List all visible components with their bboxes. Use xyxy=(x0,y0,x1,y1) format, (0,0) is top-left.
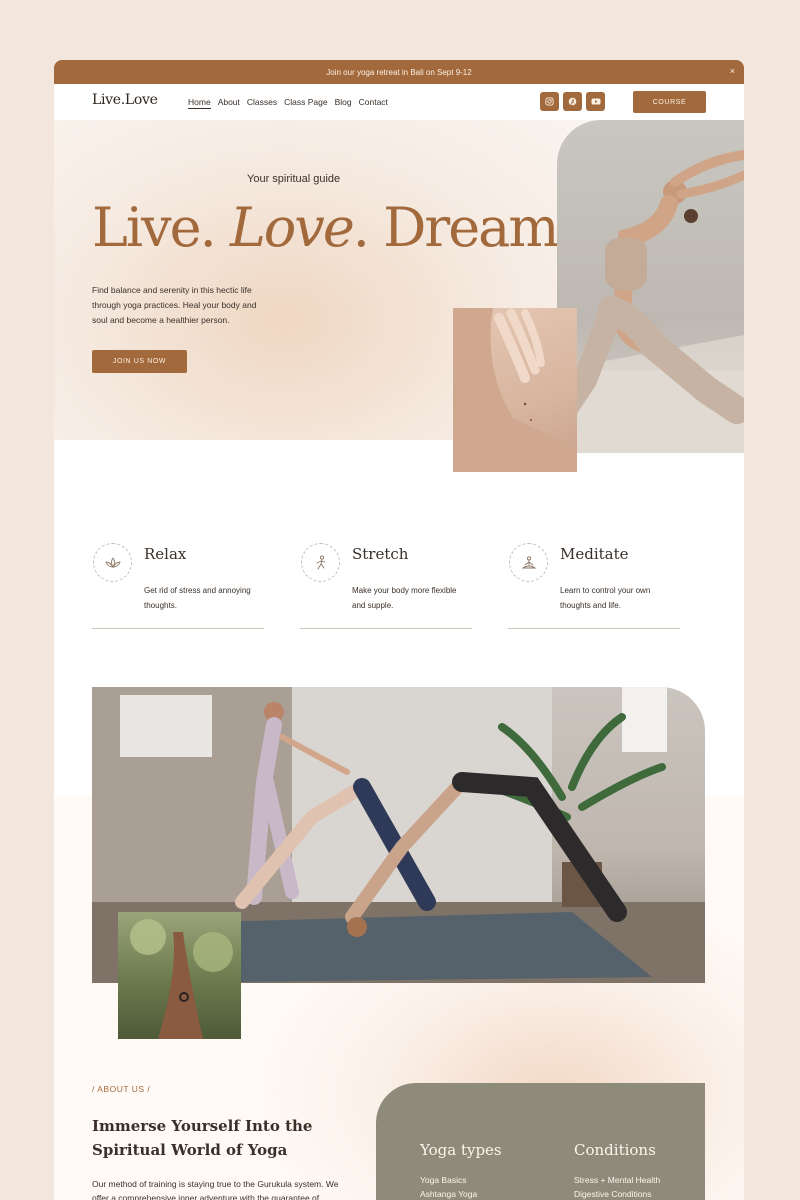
hero-title: Live. Love. Dream xyxy=(92,196,560,259)
feature-relax: Relax Get rid of stress and annoying tho… xyxy=(92,543,264,629)
hero-title-part-1: Live. xyxy=(92,196,230,259)
condition-item[interactable]: Stress + Mental Health xyxy=(574,1173,660,1187)
logo[interactable]: Live.Love xyxy=(92,92,158,108)
yoga-type-item[interactable]: Yoga Basics xyxy=(420,1173,502,1187)
yoga-types-column: Yoga types Yoga Basics Ashtanga Yoga xyxy=(420,1141,502,1200)
youtube-icon[interactable] xyxy=(586,92,605,111)
nav-class-page[interactable]: Class Page xyxy=(284,97,327,109)
condition-item[interactable]: Digestive Conditions xyxy=(574,1187,660,1200)
hero-tagline: Your spiritual guide xyxy=(247,173,341,185)
site-header: Live.Love Home About Classes Class Page … xyxy=(54,84,744,120)
lotus-icon xyxy=(93,543,132,582)
close-icon[interactable]: × xyxy=(730,66,735,76)
conditions-heading: Conditions xyxy=(574,1141,656,1159)
feature-meditate: Meditate Learn to control your own thoug… xyxy=(508,543,680,629)
course-button[interactable]: COURSE xyxy=(633,91,706,113)
feature-title: Meditate xyxy=(560,545,629,563)
feature-title: Stretch xyxy=(352,545,409,563)
nav-classes[interactable]: Classes xyxy=(247,97,277,109)
nav-blog[interactable]: Blog xyxy=(335,97,352,109)
instagram-icon[interactable] xyxy=(540,92,559,111)
join-us-button[interactable]: JOIN US NOW xyxy=(92,350,187,373)
conditions-column: Conditions Stress + Mental Health Digest… xyxy=(574,1141,660,1200)
yoga-pose-photo xyxy=(557,120,744,453)
announcement-bar: Join our yoga retreat in Bali on Sept 9-… xyxy=(54,60,744,84)
hero-title-part-3: . Dream xyxy=(352,196,560,259)
browser-page: Join our yoga retreat in Bali on Sept 9-… xyxy=(54,60,744,1200)
announcement-text[interactable]: Join our yoga retreat in Bali on Sept 9-… xyxy=(326,68,471,77)
about-kicker: / ABOUT US / xyxy=(92,1084,151,1094)
yoga-types-card: Yoga types Yoga Basics Ashtanga Yoga Con… xyxy=(376,1083,705,1200)
about-title: Immerse Yourself Into the Spiritual Worl… xyxy=(92,1117,313,1159)
hero-title-part-2: Love xyxy=(229,196,355,259)
feature-stretch: Stretch Make your body more flexible and… xyxy=(300,543,472,629)
nav-about[interactable]: About xyxy=(218,97,240,109)
yoga-type-item[interactable]: Ashtanga Yoga xyxy=(420,1187,502,1200)
yoga-types-heading: Yoga types xyxy=(420,1141,502,1159)
praying-hands-photo xyxy=(118,912,241,1039)
meditation-icon xyxy=(509,543,548,582)
feature-text: Learn to control your own thoughts and l… xyxy=(560,586,651,610)
hero-description: Find balance and serenity in this hectic… xyxy=(92,285,257,325)
feature-title: Relax xyxy=(144,545,187,563)
nav-contact[interactable]: Contact xyxy=(359,97,388,109)
feature-text: Make your body more flexible and supple. xyxy=(352,586,457,610)
neck-touch-photo xyxy=(453,308,577,472)
main-nav: Home About Classes Class Page Blog Conta… xyxy=(188,97,388,109)
social-links xyxy=(540,92,605,111)
about-text: Our method of training is staying true t… xyxy=(92,1179,339,1200)
nav-home[interactable]: Home xyxy=(188,97,211,109)
feature-text: Get rid of stress and annoying thoughts. xyxy=(144,586,251,610)
pinterest-icon[interactable] xyxy=(563,92,582,111)
stretch-figure-icon xyxy=(301,543,340,582)
